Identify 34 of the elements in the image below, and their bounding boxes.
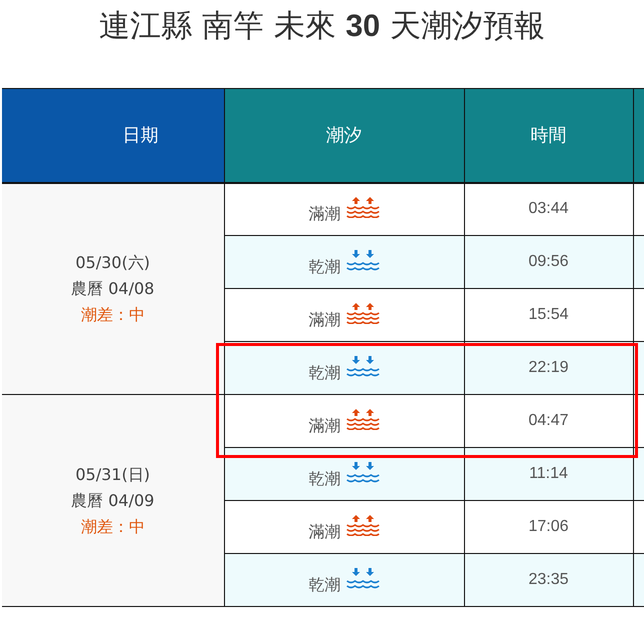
arrows-up-waves-icon (346, 196, 380, 218)
tide-label: 滿潮 (308, 522, 340, 542)
arrows-up-waves-icon (346, 302, 380, 324)
tide-label: 滿潮 (308, 204, 340, 224)
tide-label: 乾潮 (308, 575, 340, 595)
arrows-down-waves-icon (346, 355, 380, 377)
tide-label: 乾潮 (308, 469, 340, 489)
tide-label: 乾潮 (308, 257, 340, 277)
tide-range: 潮差：中 (80, 304, 146, 326)
time-cell: 04:47 (464, 394, 633, 448)
column-header: 日期 (2, 88, 224, 182)
arrows-down-waves-icon (346, 567, 380, 589)
time-cell: 15:54 (464, 288, 633, 342)
arrows-down-waves-icon (346, 249, 380, 271)
time-cell: 03:44 (464, 182, 633, 236)
time-cell: 23:35 (464, 554, 633, 606)
tide-label: 乾潮 (308, 363, 340, 383)
lunar-date: 農曆 04/08 (70, 278, 156, 300)
date-text: 05/31(日) (74, 464, 152, 486)
arrows-down-waves-icon (346, 461, 380, 483)
date-text: 05/30(六) (74, 252, 152, 274)
time-cell: 17:06 (464, 500, 633, 554)
column-header: 潮汐 (224, 88, 464, 182)
tide-label: 滿潮 (308, 310, 340, 330)
time-cell: 22:19 (464, 342, 633, 394)
tide-range: 潮差：中 (80, 516, 146, 538)
time-cell: 09:56 (464, 236, 633, 288)
column-header: 時間 (464, 88, 633, 182)
lunar-date: 農曆 04/09 (70, 490, 156, 512)
tide-label: 滿潮 (308, 416, 340, 436)
arrows-up-waves-icon (346, 408, 380, 430)
arrows-up-waves-icon (346, 514, 380, 536)
time-cell: 11:14 (464, 448, 633, 500)
page-title: 連江縣 南竿 未來 30 天潮汐預報 (98, 7, 546, 46)
